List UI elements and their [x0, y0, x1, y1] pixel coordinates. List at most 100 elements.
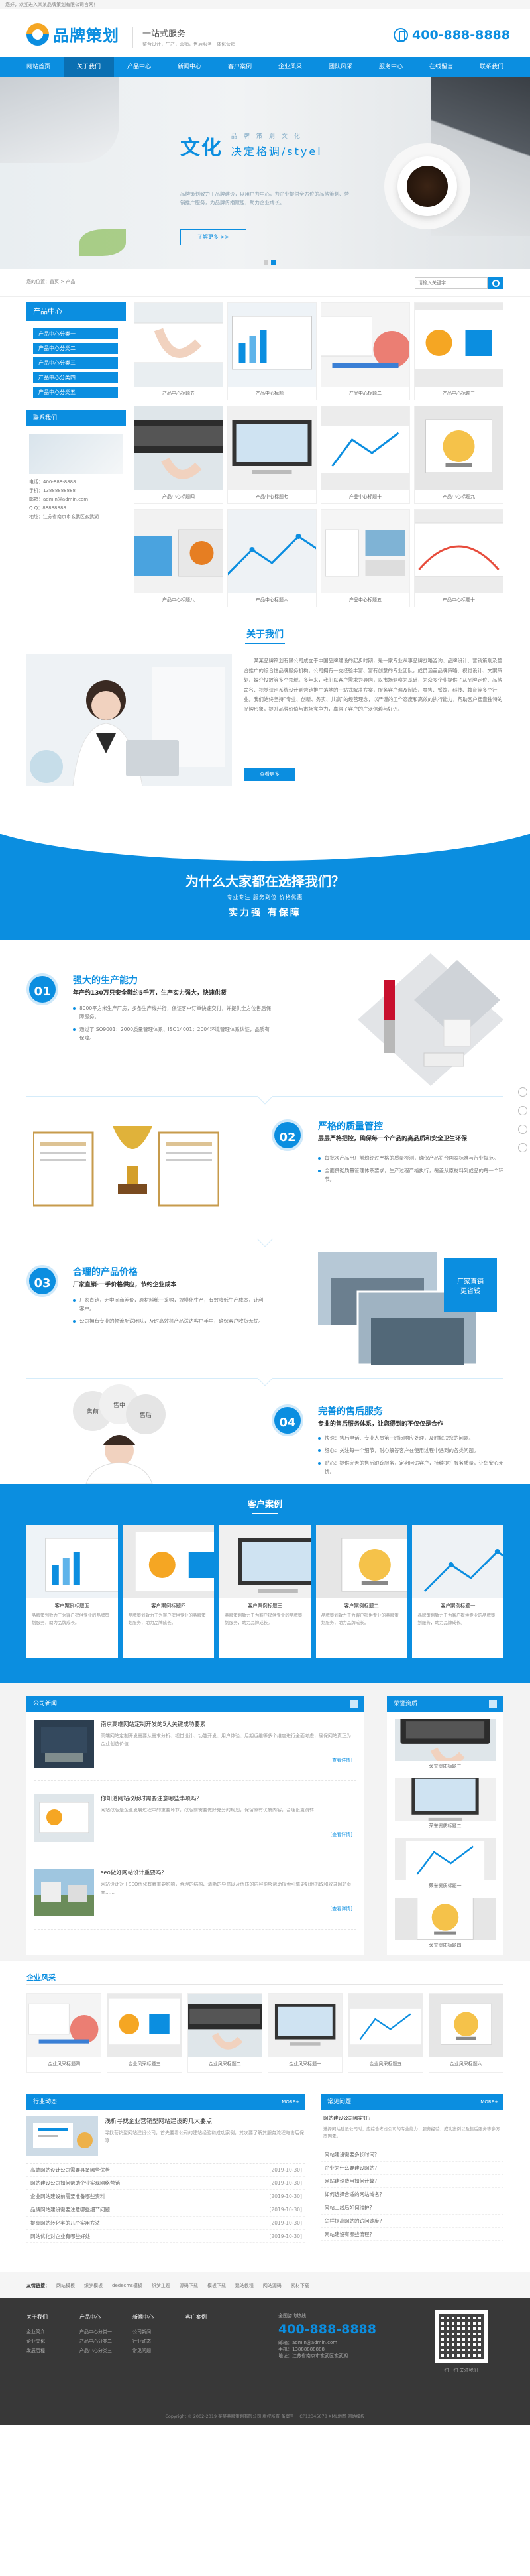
banner-dot-active[interactable] [271, 260, 276, 265]
news-detail-link[interactable]: [查看详情] [331, 1831, 352, 1838]
style-card[interactable]: 企业风采标题五 [348, 1993, 423, 2073]
faq-item[interactable]: 怎样提高网站的访问速度？ [321, 2215, 504, 2228]
honor-card[interactable]: 荣誉资质标题一 [395, 1838, 496, 1891]
breadcrumb[interactable]: 您的位置：首页 > 产品 [26, 278, 75, 285]
sidebar-item[interactable]: 产品中心分类四 [33, 372, 118, 383]
nav-item[interactable]: 联系我们 [466, 57, 517, 77]
news-detail-link[interactable]: [查看详情] [331, 1906, 352, 1912]
faq-item[interactable]: 网站建设费用如何计算？ [321, 2175, 504, 2188]
honor-card[interactable]: 荣誉资质标题四 [395, 1898, 496, 1951]
product-card[interactable]: 产品中心标题十 [414, 509, 504, 607]
friend-link[interactable]: 建站教程 [235, 2283, 254, 2288]
footer-link[interactable]: 企业简介 [26, 2327, 48, 2337]
footer-column-title[interactable]: 产品中心 [80, 2313, 112, 2322]
footer-link[interactable]: 企业文化 [26, 2337, 48, 2346]
logo[interactable]: 品牌策划 [26, 23, 119, 46]
friend-link[interactable]: dedecms模板 [112, 2283, 142, 2288]
search-button[interactable] [488, 277, 504, 289]
case-card[interactable]: 客户案例标题五 品牌策划致力于为客户提供专业的品牌策划服务，助力品牌成长。 [26, 1525, 118, 1658]
friend-link[interactable]: 织梦模板 [84, 2283, 103, 2288]
industry-more-link[interactable]: MORE+ [282, 2094, 299, 2110]
product-card[interactable]: 产品中心标题一 [227, 302, 317, 400]
product-card[interactable]: 产品中心标题九 [414, 406, 504, 504]
industry-item[interactable]: 高端网站设计公司需要具备哪些优势 [2019-10-30] [26, 2164, 305, 2177]
friend-link[interactable]: 网站模板 [56, 2283, 75, 2288]
industry-item[interactable]: 网站优化对企业有哪些好处 [2019-10-30] [26, 2230, 305, 2243]
news-detail-link[interactable]: [查看详情] [331, 1757, 352, 1764]
sidebar-item[interactable]: 产品中心分类五 [33, 387, 118, 398]
industry-item[interactable]: 企业网站建设前需要准备哪些资料 [2019-10-30] [26, 2190, 305, 2203]
footer-link[interactable]: 发展历程 [26, 2346, 48, 2355]
nav-item[interactable]: 关于我们 [64, 57, 114, 77]
product-card[interactable]: 产品中心标题二 [321, 302, 410, 400]
industry-item[interactable]: 提高网站转化率的几个实用方法 [2019-10-30] [26, 2217, 305, 2230]
search-input[interactable] [415, 277, 488, 289]
more-icon[interactable] [350, 1700, 358, 1708]
product-card[interactable]: 产品中心标题七 [227, 406, 317, 504]
float-top-icon[interactable] [518, 1143, 527, 1152]
news-item[interactable]: seo做好网站设计重要吗？ 网站设计对于SEO优化有着重要影响，合理的结构、清晰的… [34, 1869, 356, 1930]
faq-item[interactable]: 如何选择合适的网站域名？ [321, 2188, 504, 2201]
nav-item[interactable]: 客户案例 [215, 57, 265, 77]
faq-item[interactable]: 企业为什么要建设网站？ [321, 2162, 504, 2175]
footer-link[interactable]: 常见问题 [132, 2346, 154, 2355]
sidebar-item[interactable]: 产品中心分类三 [33, 357, 118, 369]
style-card[interactable]: 企业风采标题二 [187, 1993, 262, 2073]
news-item[interactable]: 南京高端网站定制开发的5大关键成功要素 高端网站定制开发需要从需求分析、视觉设计、… [34, 1720, 356, 1781]
about-more-button[interactable]: 查看更多 [244, 768, 295, 781]
product-card[interactable]: 产品中心标题三 [414, 302, 504, 400]
nav-item[interactable]: 新闻中心 [164, 57, 215, 77]
nav-item[interactable]: 服务中心 [366, 57, 416, 77]
style-card[interactable]: 企业风采标题三 [107, 1993, 182, 2073]
friend-link[interactable]: 素材下载 [291, 2283, 309, 2288]
footer-link[interactable]: 产品中心分类三 [80, 2346, 112, 2355]
footer-column-title[interactable]: 关于我们 [26, 2313, 48, 2322]
product-card[interactable]: 产品中心标题四 [134, 406, 223, 504]
honor-card[interactable]: 荣誉资质标题二 [395, 1778, 496, 1831]
more-icon[interactable] [489, 1700, 497, 1708]
friend-link[interactable]: 织梦主题 [152, 2283, 170, 2288]
nav-item[interactable]: 团队风采 [315, 57, 366, 77]
sidebar-item[interactable]: 产品中心分类二 [33, 343, 118, 354]
footer-link[interactable]: 公司新闻 [132, 2327, 154, 2337]
nav-item[interactable]: 在线留言 [416, 57, 466, 77]
float-chat-icon[interactable] [518, 1106, 527, 1115]
float-phone-icon[interactable] [518, 1087, 527, 1097]
product-card[interactable]: 产品中心标题十 [321, 406, 410, 504]
footer-link[interactable]: 产品中心分类二 [80, 2337, 112, 2346]
float-message-icon[interactable] [518, 1125, 527, 1134]
style-card[interactable]: 企业风采标题四 [26, 1993, 102, 2073]
faq-item[interactable]: 网站建设有哪些流程？ [321, 2228, 504, 2241]
product-card[interactable]: 产品中心标题五 [321, 509, 410, 607]
nav-item[interactable]: 产品中心 [114, 57, 164, 77]
product-card[interactable]: 产品中心标题八 [134, 509, 223, 607]
friend-link[interactable]: 模板下载 [207, 2283, 226, 2288]
product-card[interactable]: 产品中心标题六 [227, 509, 317, 607]
sidebar-item[interactable]: 产品中心分类一 [33, 328, 118, 339]
case-card[interactable]: 客户案例标题二 品牌策划致力于为客户提供专业的品牌策划服务，助力品牌成长。 [315, 1525, 407, 1658]
news-item[interactable]: 你知道网站改版时需要注意哪些事项吗？ 网站改版是企业发展过程中的重要环节，改版前需… [34, 1794, 356, 1855]
faq-feature[interactable]: 网站建设公司哪家好？ 选择网站建设公司时，应综合考虑公司的专业能力、服务经验、成… [321, 2110, 504, 2148]
product-card[interactable]: 产品中心标题五 [134, 302, 223, 400]
industry-item[interactable]: 网站建设公司如何帮助企业实现网络营销 [2019-10-30] [26, 2177, 305, 2190]
footer-column-title[interactable]: 新闻中心 [132, 2313, 154, 2322]
footer-column-title[interactable]: 客户案例 [186, 2313, 207, 2322]
friend-link[interactable]: 网站源码 [263, 2283, 282, 2288]
honor-card[interactable]: 荣誉资质标题三 [395, 1719, 496, 1772]
case-card[interactable]: 客户案例标题一 品牌策划致力于为客户提供专业的品牌策划服务，助力品牌成长。 [412, 1525, 504, 1658]
banner-dot[interactable] [264, 260, 268, 265]
faq-more-link[interactable]: MORE+ [480, 2094, 498, 2110]
faq-item[interactable]: 网站上线后如何维护？ [321, 2201, 504, 2215]
footer-link[interactable]: 产品中心分类一 [80, 2327, 112, 2337]
style-card[interactable]: 企业风采标题一 [267, 1993, 343, 2073]
case-card[interactable]: 客户案例标题四 品牌策划致力于为客户提供专业的品牌策划服务，助力品牌成长。 [123, 1525, 215, 1658]
banner-more-button[interactable]: 了解更多 >> [180, 229, 246, 245]
footer-link[interactable]: 行业动态 [132, 2337, 154, 2346]
industry-item[interactable]: 品牌网站建设需要注意哪些细节问题 [2019-10-30] [26, 2203, 305, 2217]
friend-link[interactable]: 源码下载 [180, 2283, 198, 2288]
faq-item[interactable]: 网站建设需要多长时间？ [321, 2148, 504, 2162]
nav-item[interactable]: 网站首页 [13, 57, 64, 77]
industry-feature[interactable]: 浅析寻找企业营销型网站建设的几大要点 寻找营销型网站建设公司，首先要看公司的建站… [26, 2110, 305, 2164]
style-card[interactable]: 企业风采标题六 [428, 1993, 504, 2073]
case-card[interactable]: 客户案例标题三 品牌策划致力于为客户提供专业的品牌策划服务，助力品牌成长。 [219, 1525, 311, 1658]
